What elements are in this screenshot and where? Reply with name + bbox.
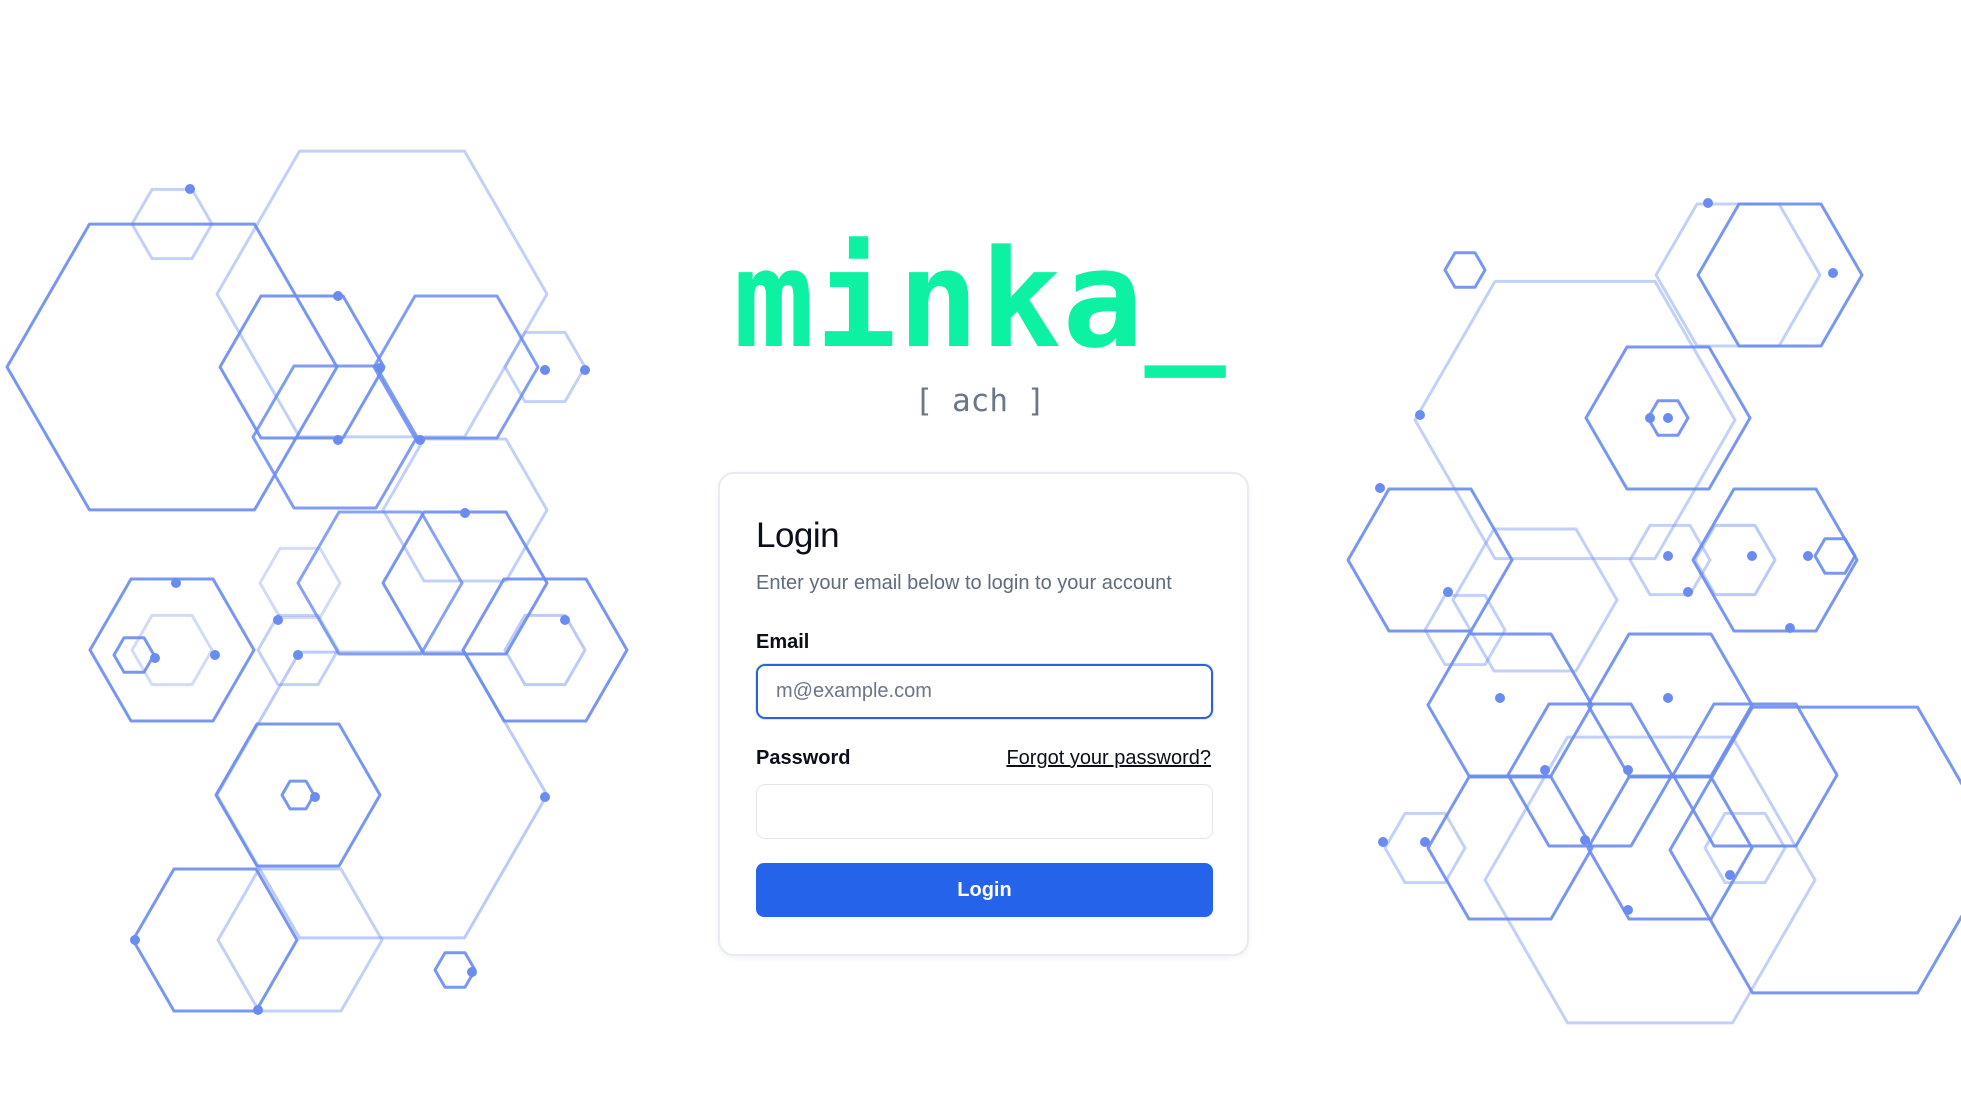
hexagon-shape: [216, 867, 384, 1013]
node-dot: [1747, 551, 1757, 561]
node-dot: [1663, 551, 1673, 561]
node-dot: [333, 435, 343, 445]
login-card: Login Enter your email below to login to…: [718, 472, 1249, 956]
node-dot: [560, 615, 570, 625]
hexagon-pattern-right-icon: [1346, 198, 1961, 1025]
node-dot: [333, 291, 343, 301]
node-dot: [1378, 837, 1388, 847]
product-subtitle: [ ach ]: [914, 383, 1046, 419]
node-dot: [253, 1005, 263, 1015]
node-dot: [540, 792, 550, 802]
node-dot: [273, 615, 283, 625]
node-dot: [1663, 693, 1673, 703]
node-dot: [185, 184, 195, 194]
hexagon-shape: [215, 650, 549, 940]
hexagon-pattern-left-icon: [5, 149, 629, 1015]
node-dot: [1663, 413, 1673, 423]
card-title: Login: [756, 516, 840, 555]
node-dot: [171, 578, 181, 588]
node-dot: [415, 435, 425, 445]
node-dot: [130, 935, 140, 945]
hexagon-shape: [130, 613, 214, 687]
node-dot: [1645, 413, 1655, 423]
hexagon-shape: [1668, 705, 1961, 995]
hexagon-shape: [1703, 811, 1787, 885]
hexagon-shape: [280, 779, 316, 811]
minka-logo: minka_: [733, 221, 1227, 378]
hexagon-shape: [461, 577, 629, 723]
node-dot: [1375, 483, 1385, 493]
hexagon-shape: [503, 613, 587, 687]
login-page: minka_ [ ach ] Login Enter your email be…: [0, 0, 1961, 1112]
node-dot: [1443, 587, 1453, 597]
brand-header: minka_ [ ach ]: [720, 221, 1240, 420]
node-dot: [460, 508, 470, 518]
node-dot: [1580, 835, 1590, 845]
hexagon-shape: [1346, 487, 1514, 633]
node-dot: [1828, 268, 1838, 278]
node-dot: [1803, 551, 1813, 561]
node-dot: [467, 967, 477, 977]
hexagon-shape: [1426, 775, 1594, 921]
node-dot: [580, 365, 590, 375]
login-button[interactable]: Login: [756, 863, 1213, 917]
hexagon-shape: [258, 546, 342, 620]
password-field[interactable]: [756, 784, 1213, 839]
node-dot: [540, 365, 550, 375]
hexagon-shape: [381, 510, 549, 656]
node-dot: [150, 653, 160, 663]
node-dot: [375, 363, 385, 373]
hexagon-shape: [1383, 811, 1467, 885]
node-dot: [1495, 693, 1505, 703]
node-dot: [1415, 410, 1425, 420]
node-dot: [1683, 587, 1693, 597]
hexagon-shape: [215, 149, 549, 439]
node-dot: [1703, 198, 1713, 208]
node-dot: [1623, 765, 1633, 775]
node-dot: [210, 650, 220, 660]
hexagon-shape: [372, 294, 540, 440]
hexagon-shape: [5, 222, 339, 512]
email-field[interactable]: [756, 664, 1213, 719]
card-description: Enter your email below to login to your …: [756, 572, 1172, 594]
node-dot: [1540, 765, 1550, 775]
node-dot: [1623, 905, 1633, 915]
hexagon-shape: [88, 577, 256, 723]
node-dot: [1725, 870, 1735, 880]
email-label: Email: [756, 631, 810, 653]
hexagon-shape: [296, 510, 464, 656]
hexagon-shape: [1813, 537, 1857, 575]
password-label: Password: [756, 747, 851, 769]
node-dot: [293, 650, 303, 660]
node-dot: [1420, 837, 1430, 847]
hexagon-shape: [1443, 251, 1487, 289]
node-dot: [1785, 623, 1795, 633]
hexagon-shape: [214, 722, 382, 868]
node-dot: [310, 792, 320, 802]
hexagon-shape: [1451, 527, 1619, 673]
forgot-password-link[interactable]: Forgot your password?: [1006, 745, 1211, 771]
